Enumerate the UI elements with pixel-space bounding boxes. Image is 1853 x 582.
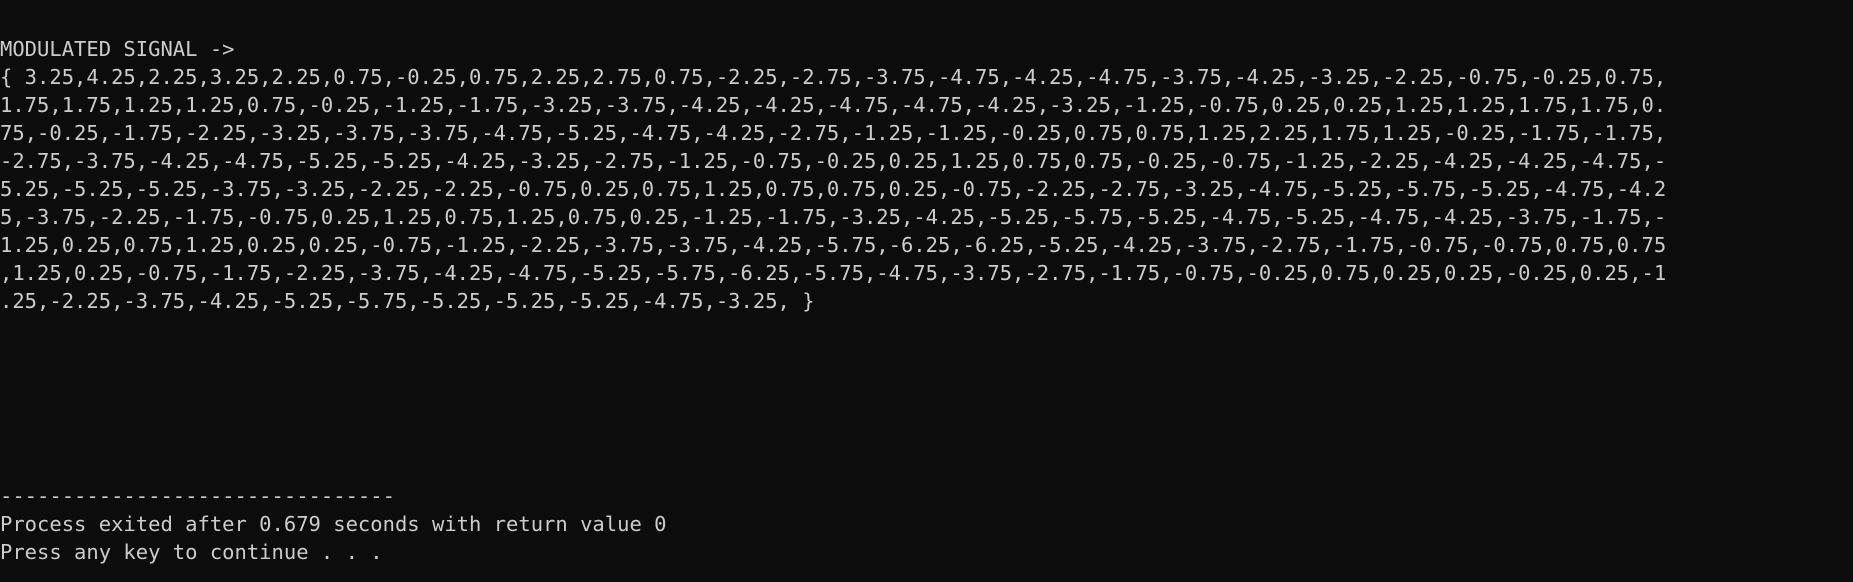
signal-header: MODULATED SIGNAL -> [0,37,235,61]
signal-line: ,1.25,0.25,-0.75,-1.75,-2.25,-3.75,-4.25… [0,261,1667,285]
signal-line: { 3.25,4.25,2.25,3.25,2.25,0.75,-0.25,0.… [0,65,1667,89]
console-window[interactable]: MODULATED SIGNAL -> { 3.25,4.25,2.25,3.2… [0,0,1853,582]
signal-line: 5,-3.75,-2.25,-1.75,-0.75,0.25,1.25,0.75… [0,205,1667,229]
process-exit-message: Process exited after 0.679 seconds with … [0,512,667,536]
signal-line: .25,-2.25,-3.75,-4.25,-5.25,-5.75,-5.25,… [0,289,815,313]
signal-line: 5.25,-5.25,-5.25,-3.75,-3.25,-2.25,-2.25… [0,177,1667,201]
signal-line: 1.25,0.25,0.75,1.25,0.25,0.25,-0.75,-1.2… [0,233,1667,257]
output-separator: -------------------------------- [0,484,395,508]
signal-line: -2.75,-3.75,-4.25,-4.75,-5.25,-5.25,-4.2… [0,149,1667,173]
signal-line: 1.75,1.75,1.25,1.25,0.75,-0.25,-1.25,-1.… [0,93,1667,117]
signal-line: 75,-0.25,-1.75,-2.25,-3.25,-3.75,-3.75,-… [0,121,1667,145]
continue-prompt: Press any key to continue . . . [0,540,383,564]
